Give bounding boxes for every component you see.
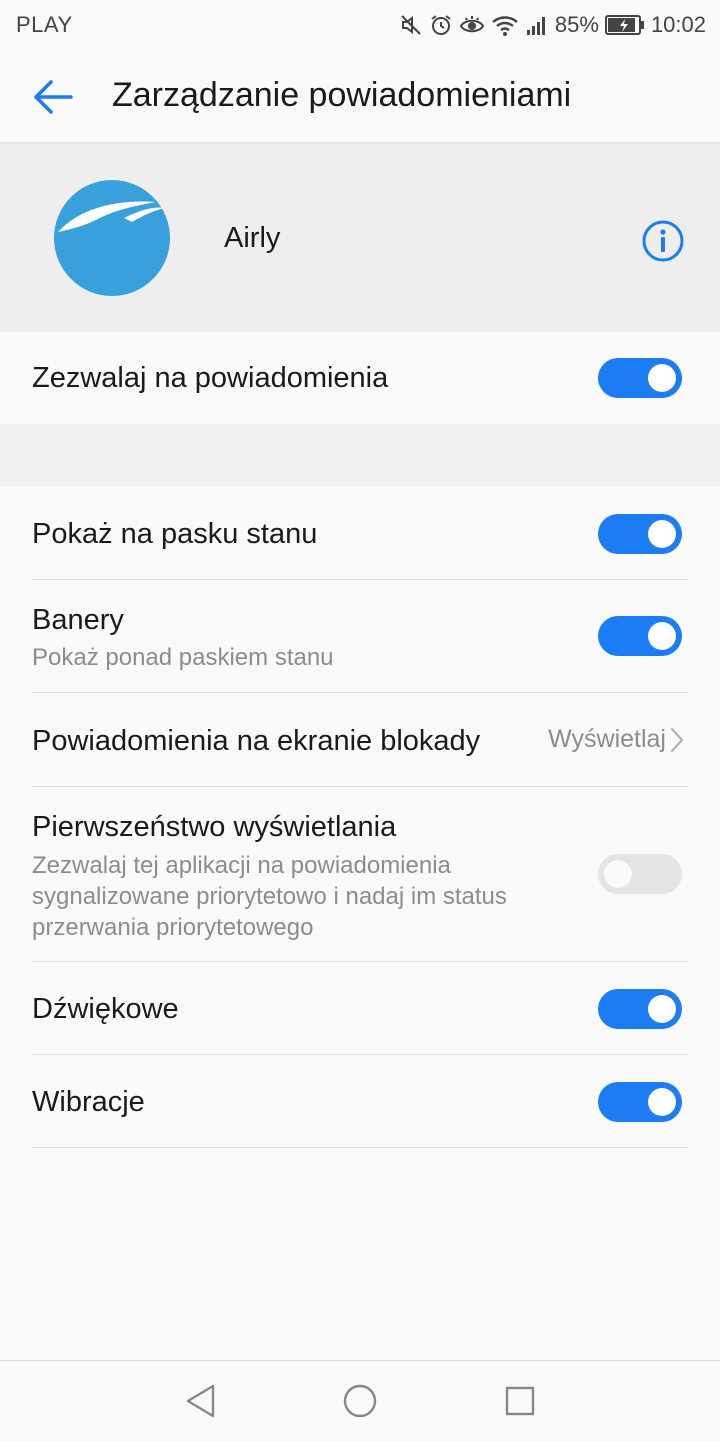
airly-logo-icon <box>54 180 170 296</box>
clock: 10:02 <box>650 12 706 37</box>
setting-lock-screen-row[interactable]: Powiadomienia na ekranie blokady Wyświet… <box>32 693 688 787</box>
allow-section: Zezwalaj na powiadomienia <box>0 332 720 424</box>
info-icon <box>642 220 684 262</box>
setting-priority-toggle[interactable] <box>598 854 682 894</box>
app-header: Airly <box>0 144 720 332</box>
toggle-knob <box>648 364 676 392</box>
setting-status-bar-row[interactable]: Pokaż na pasku stanu <box>32 486 688 580</box>
arrow-back-icon <box>34 80 73 114</box>
allow-notifications-label: Zezwalaj na powiadomienia <box>32 362 389 394</box>
back-button[interactable] <box>28 72 78 122</box>
app-bar: Zarządzanie powiadomieniami <box>0 50 720 144</box>
setting-priority-row[interactable]: Pierwszeństwo wyświetlania Zezwalaj tej … <box>32 787 688 962</box>
setting-priority-label: Pierwszeństwo wyświetlania <box>32 811 397 843</box>
carrier-name: PLAY <box>16 12 73 37</box>
setting-sound-toggle[interactable] <box>598 989 682 1029</box>
page-title: Zarządzanie powiadomieniami <box>112 76 572 114</box>
toggle-knob <box>604 860 632 888</box>
setting-banners-label: Banery <box>32 604 124 636</box>
mute-icon <box>399 13 423 37</box>
app-info-button[interactable] <box>640 218 686 264</box>
allow-notifications-row[interactable]: Zezwalaj na powiadomienia <box>32 332 688 424</box>
circle-home-icon <box>343 1384 377 1418</box>
status-icons: 85% 10:02 <box>399 10 706 40</box>
setting-banners-row[interactable]: Banery Pokaż ponad paskiem stanu <box>32 580 688 693</box>
setting-lock-screen-label: Powiadomienia na ekranie blokady <box>32 725 481 757</box>
toggle-knob <box>648 1088 676 1116</box>
nav-recents-button[interactable] <box>500 1381 540 1421</box>
wifi-icon <box>491 13 519 37</box>
setting-vibration-toggle[interactable] <box>598 1082 682 1122</box>
battery-percent: 85% <box>554 12 599 37</box>
navigation-bar <box>0 1360 720 1441</box>
toggle-knob <box>648 520 676 548</box>
eye-comfort-icon <box>459 13 485 37</box>
app-name: Airly <box>224 222 281 254</box>
setting-status-bar-toggle[interactable] <box>598 514 682 554</box>
signal-icon <box>525 13 549 37</box>
toggle-knob <box>648 622 676 650</box>
setting-banners-toggle[interactable] <box>598 616 682 656</box>
status-bar: PLAY 85% 10:02 <box>0 0 720 50</box>
square-recents-icon <box>505 1386 535 1416</box>
setting-priority-subtitle: Zezwalaj tej aplikacji na powiadomienia … <box>32 852 507 941</box>
nav-back-button[interactable] <box>180 1381 220 1421</box>
battery-icon <box>604 14 645 36</box>
setting-vibration-label: Wibracje <box>32 1086 145 1118</box>
allow-notifications-toggle[interactable] <box>598 358 682 398</box>
setting-vibration-row[interactable]: Wibracje <box>32 1055 688 1148</box>
setting-sound-row[interactable]: Dźwiękowe <box>32 962 688 1055</box>
app-logo <box>54 180 170 296</box>
settings-section: Pokaż na pasku stanu Banery Pokaż ponad … <box>0 486 720 1360</box>
setting-lock-screen-value[interactable]: Wyświetlaj <box>548 725 684 754</box>
nav-home-button[interactable] <box>340 1381 380 1421</box>
section-divider <box>0 424 720 486</box>
triangle-back-icon <box>186 1384 215 1418</box>
setting-banners-subtitle: Pokaż ponad paskiem stanu <box>32 644 334 671</box>
toggle-knob <box>648 995 676 1023</box>
setting-lock-screen-value-text: Wyświetlaj <box>548 725 666 753</box>
setting-status-bar-label: Pokaż na pasku stanu <box>32 518 318 550</box>
chevron-right-icon <box>670 727 684 752</box>
setting-sound-label: Dźwiękowe <box>32 993 179 1025</box>
alarm-icon <box>429 13 453 37</box>
